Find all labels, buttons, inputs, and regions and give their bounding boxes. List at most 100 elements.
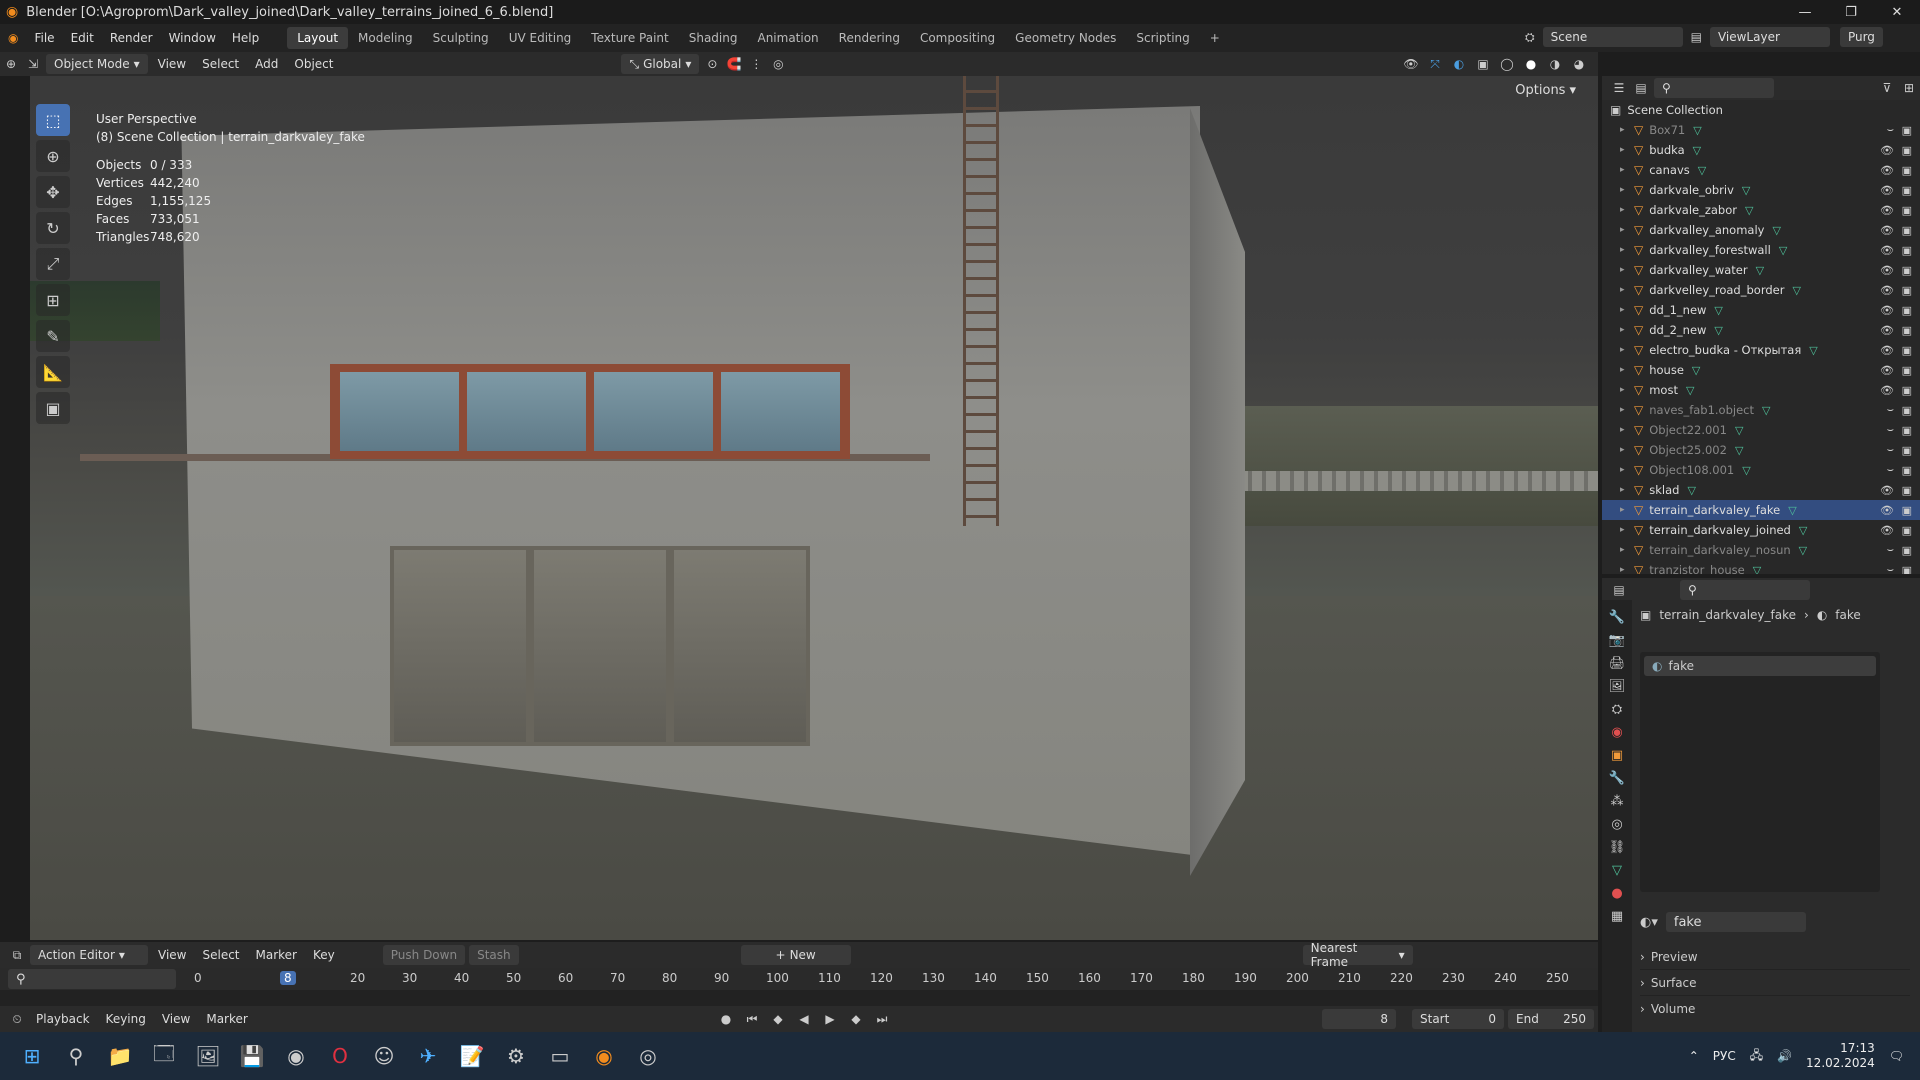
tab-geometry-nodes[interactable]: Geometry Nodes (1005, 27, 1126, 49)
current-frame-indicator[interactable]: 8 (280, 971, 296, 985)
render-camera-icon[interactable]: ▣ (1902, 544, 1912, 557)
expand-arrow-icon[interactable]: ▸ (1620, 145, 1634, 155)
viewport-menu-select[interactable]: Select (194, 57, 247, 71)
wireframe-shading-icon[interactable]: ◯ (1496, 54, 1518, 74)
expand-arrow-icon[interactable]: ▸ (1620, 305, 1634, 315)
outliner-editor-icon[interactable]: ☰ (1608, 78, 1630, 98)
tool-tab-icon[interactable]: 🔧 (1609, 610, 1625, 625)
view-layer-tab-icon[interactable]: 🖼 (1609, 679, 1626, 694)
render-camera-icon[interactable]: ▣ (1902, 284, 1912, 297)
playback-marker-menu[interactable]: Marker (198, 1012, 255, 1026)
opera-icon[interactable]: O (318, 1036, 362, 1076)
viewport-menu-object[interactable]: Object (286, 57, 341, 71)
expand-arrow-icon[interactable]: ▸ (1620, 205, 1634, 215)
solid-shading-icon[interactable]: ● (1520, 54, 1542, 74)
material-shading-icon[interactable]: ◑ (1544, 54, 1566, 74)
viewport-menu-add[interactable]: Add (247, 57, 286, 71)
outliner-row[interactable]: ▸ ▽ most ▽ 👁 ▣ (1602, 380, 1920, 400)
data-tab-icon[interactable]: ▽ (1612, 863, 1622, 878)
outliner-row[interactable]: ▸ ▽ electro_budka - Открытая ▽ 👁 ▣ (1602, 340, 1920, 360)
snap-icon[interactable]: 🧲 (723, 54, 745, 74)
visibility-eye-icon[interactable]: ⌣ (1887, 403, 1894, 417)
visibility-eye-icon[interactable]: 👁 (1880, 204, 1894, 217)
image-viewer-icon[interactable]: 🖼 (186, 1036, 230, 1076)
options-dropdown[interactable]: Options ▾ (1507, 80, 1584, 100)
render-camera-icon[interactable]: ▣ (1902, 264, 1912, 277)
snap-target-icon[interactable]: ⋮ (745, 54, 767, 74)
language-indicator[interactable]: РУС (1713, 1049, 1736, 1063)
move-tool-icon[interactable]: ✥ (36, 176, 70, 208)
end-frame-field[interactable]: End 250 (1508, 1009, 1594, 1029)
tab-sculpting[interactable]: Sculpting (423, 27, 499, 49)
tab-compositing[interactable]: Compositing (910, 27, 1005, 49)
visibility-eye-icon[interactable]: 👁 (1880, 484, 1894, 497)
menu-help[interactable]: Help (224, 31, 267, 45)
render-camera-icon[interactable]: ▣ (1902, 204, 1912, 217)
visibility-eye-icon[interactable]: 👁 (1880, 364, 1894, 377)
outliner-row[interactable]: ▸ ▽ darkvalley_anomaly ▽ 👁 ▣ (1602, 220, 1920, 240)
visibility-eye-icon[interactable]: 👁 (1880, 524, 1894, 537)
chrome-icon[interactable]: ◉ (274, 1036, 318, 1076)
output-tab-icon[interactable]: 🖨 (1609, 656, 1626, 671)
material-tab-icon[interactable]: ● (1611, 886, 1622, 901)
tab-scripting[interactable]: Scripting (1126, 27, 1199, 49)
blender-taskbar-icon[interactable]: ◉ (582, 1036, 626, 1076)
notifications-icon[interactable]: 🗨 (1889, 1049, 1904, 1063)
annotate-tool-icon[interactable]: ✎ (36, 320, 70, 352)
expand-arrow-icon[interactable]: ▸ (1620, 325, 1634, 335)
render-camera-icon[interactable]: ▣ (1902, 364, 1912, 377)
tab-layout[interactable]: Layout (287, 27, 349, 49)
expand-arrow-icon[interactable]: ▸ (1620, 365, 1634, 375)
volume-icon[interactable]: 🔊 (1777, 1049, 1792, 1063)
expand-arrow-icon[interactable]: ▸ (1620, 285, 1634, 295)
timeline-menu-view[interactable]: View (150, 948, 194, 962)
physics-tab-icon[interactable]: ◎ (1611, 817, 1622, 832)
prev-keyframe-icon[interactable]: ◆ (767, 1009, 789, 1029)
visibility-icon[interactable]: 👁 (1400, 54, 1422, 74)
timeline-menu-key[interactable]: Key (305, 948, 343, 962)
outliner-row[interactable]: ▸ ▽ darkvale_zabor ▽ 👁 ▣ (1602, 200, 1920, 220)
timeline-menu-marker[interactable]: Marker (248, 948, 305, 962)
editor-type-icon[interactable]: ⊕ (0, 54, 22, 74)
transform-tool-icon[interactable]: ⊞ (36, 284, 70, 316)
scale-tool-icon[interactable]: ⤢ (36, 248, 70, 280)
render-camera-icon[interactable]: ▣ (1902, 344, 1912, 357)
visibility-eye-icon[interactable]: ⌣ (1887, 443, 1894, 457)
tab-animation[interactable]: Animation (747, 27, 828, 49)
render-camera-icon[interactable]: ▣ (1902, 504, 1912, 517)
outliner-row[interactable]: ▸ ▽ Box71 ▽ ⌣ ▣ (1602, 120, 1920, 140)
render-camera-icon[interactable]: ▣ (1902, 384, 1912, 397)
visibility-eye-icon[interactable]: 👁 (1880, 384, 1894, 397)
rendered-shading-icon[interactable]: ◕ (1568, 54, 1590, 74)
menu-render[interactable]: Render (102, 31, 161, 45)
filter-icon[interactable]: ⊽ (1876, 78, 1898, 98)
play-icon[interactable]: ▶ (819, 1009, 841, 1029)
snap-mode-dropdown[interactable]: Nearest Frame ▾ (1302, 941, 1413, 969)
expand-arrow-icon[interactable]: ▸ (1620, 165, 1634, 175)
outliner-row[interactable]: ▸ ▽ naves_fab1.object ▽ ⌣ ▣ (1602, 400, 1920, 420)
outliner-search-input[interactable]: ⚲ (1654, 78, 1774, 98)
render-camera-icon[interactable]: ▣ (1902, 524, 1912, 537)
tab-uv-editing[interactable]: UV Editing (499, 27, 582, 49)
menu-file[interactable]: File (26, 31, 62, 45)
visibility-eye-icon[interactable]: 👁 (1880, 164, 1894, 177)
visibility-eye-icon[interactable]: ⌣ (1887, 463, 1894, 477)
expand-arrow-icon[interactable]: ▸ (1620, 245, 1634, 255)
discord-icon[interactable]: ☺ (362, 1036, 406, 1076)
dopesheet-track[interactable] (0, 990, 1598, 1006)
timeline-editor-icon[interactable]: ⏲ (6, 1009, 28, 1029)
network-icon[interactable]: 🖧 (1750, 1046, 1763, 1067)
frame-ruler[interactable]: ⚲ 0 8 20 30 40 50 60 70 80 90 100 110 120 130 140 150 16… (0, 968, 1598, 990)
steam-icon[interactable]: ⚙ (494, 1036, 538, 1076)
expand-arrow-icon[interactable]: ▸ (1620, 125, 1634, 135)
expand-arrow-icon[interactable]: ▸ (1620, 545, 1634, 555)
tab-rendering[interactable]: Rendering (829, 27, 910, 49)
expand-arrow-icon[interactable]: ▸ (1620, 505, 1634, 515)
file-explorer-icon[interactable]: 📁 (98, 1036, 142, 1076)
new-collection-icon[interactable]: ⊞ (1898, 78, 1920, 98)
current-frame-field[interactable]: 8 (1322, 1009, 1396, 1029)
timeline-menu-select[interactable]: Select (194, 948, 247, 962)
world-tab-icon[interactable]: ◉ (1611, 725, 1622, 740)
expand-arrow-icon[interactable]: ▸ (1620, 425, 1634, 435)
expand-arrow-icon[interactable]: ▸ (1620, 485, 1634, 495)
